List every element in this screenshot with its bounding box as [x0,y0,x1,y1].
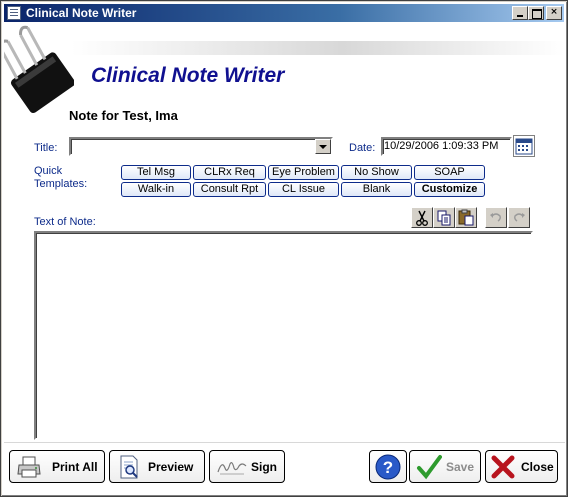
close-label: Close [521,460,554,474]
redo-button[interactable] [508,207,530,228]
template-consult-rpt-button[interactable]: Consult Rpt [193,182,266,197]
cut-button[interactable] [411,207,433,228]
signature-icon [217,462,247,475]
text-of-note-label: Text of Note: [34,216,96,228]
template-tel-msg-button[interactable]: Tel Msg [121,165,191,180]
sign-label: Sign [251,460,277,474]
template-soap-button[interactable]: SOAP [414,165,485,180]
undo-icon [490,213,501,222]
app-icon [7,6,21,20]
paste-icon [458,209,474,226]
svg-text:?: ? [383,458,393,477]
title-bar: Clinical Note Writer × [4,4,564,22]
copy-icon [437,210,451,226]
checkmark-icon [417,455,442,480]
maximize-button[interactable] [528,6,544,20]
note-text-area[interactable] [34,231,533,440]
minimize-button[interactable] [512,6,528,20]
calendar-icon [515,138,533,155]
copy-button[interactable] [433,207,455,228]
close-x-icon [491,455,515,479]
print-all-button[interactable]: Print All [9,450,105,483]
preview-icon [120,455,138,479]
close-window-button[interactable]: × [546,6,562,20]
close-button[interactable]: Close [485,450,558,483]
save-button[interactable]: Save [409,450,481,483]
sign-button[interactable]: Sign [209,450,285,483]
calendar-button[interactable] [513,135,535,157]
customize-templates-button[interactable]: Customize [414,182,485,197]
template-cl-issue-button[interactable]: CL Issue [268,182,339,197]
redo-icon [514,213,525,222]
template-eye-problem-button[interactable]: Eye Problem [268,165,339,180]
help-icon: ? [375,454,401,480]
paste-button[interactable] [455,207,477,228]
date-label: Date: [349,142,376,154]
quick-templates-label-1: Quick [34,165,63,177]
title-label: Title: [34,142,58,154]
title-combo[interactable] [69,137,333,156]
undo-button[interactable] [485,207,507,228]
patient-name: Note for Test, Ima [69,108,178,123]
binder-clip-icon [4,25,74,114]
window-title: Clinical Note Writer [26,6,137,20]
date-field[interactable]: 10/29/2006 1:09:33 PM [381,137,512,156]
chevron-down-icon[interactable] [315,139,331,154]
cut-icon [416,210,428,226]
footer-divider [4,442,565,443]
printer-icon [17,456,41,478]
preview-button[interactable]: Preview [109,450,205,483]
template-walk-in-button[interactable]: Walk-in [121,182,191,197]
preview-label: Preview [148,460,194,474]
print-all-label: Print All [52,460,98,474]
page-title: Clinical Note Writer [91,64,285,87]
help-button[interactable]: ? [369,450,407,483]
save-label: Save [446,460,475,474]
template-no-show-button[interactable]: No Show [341,165,412,180]
template-blank-button[interactable]: Blank [341,182,412,197]
header-divider [71,41,565,55]
app-window: Clinical Note Writer × Clinical Note Wri… [0,0,568,497]
template-clrx-req-button[interactable]: CLRx Req [193,165,266,180]
quick-templates-label-2: Templates: [34,178,88,190]
